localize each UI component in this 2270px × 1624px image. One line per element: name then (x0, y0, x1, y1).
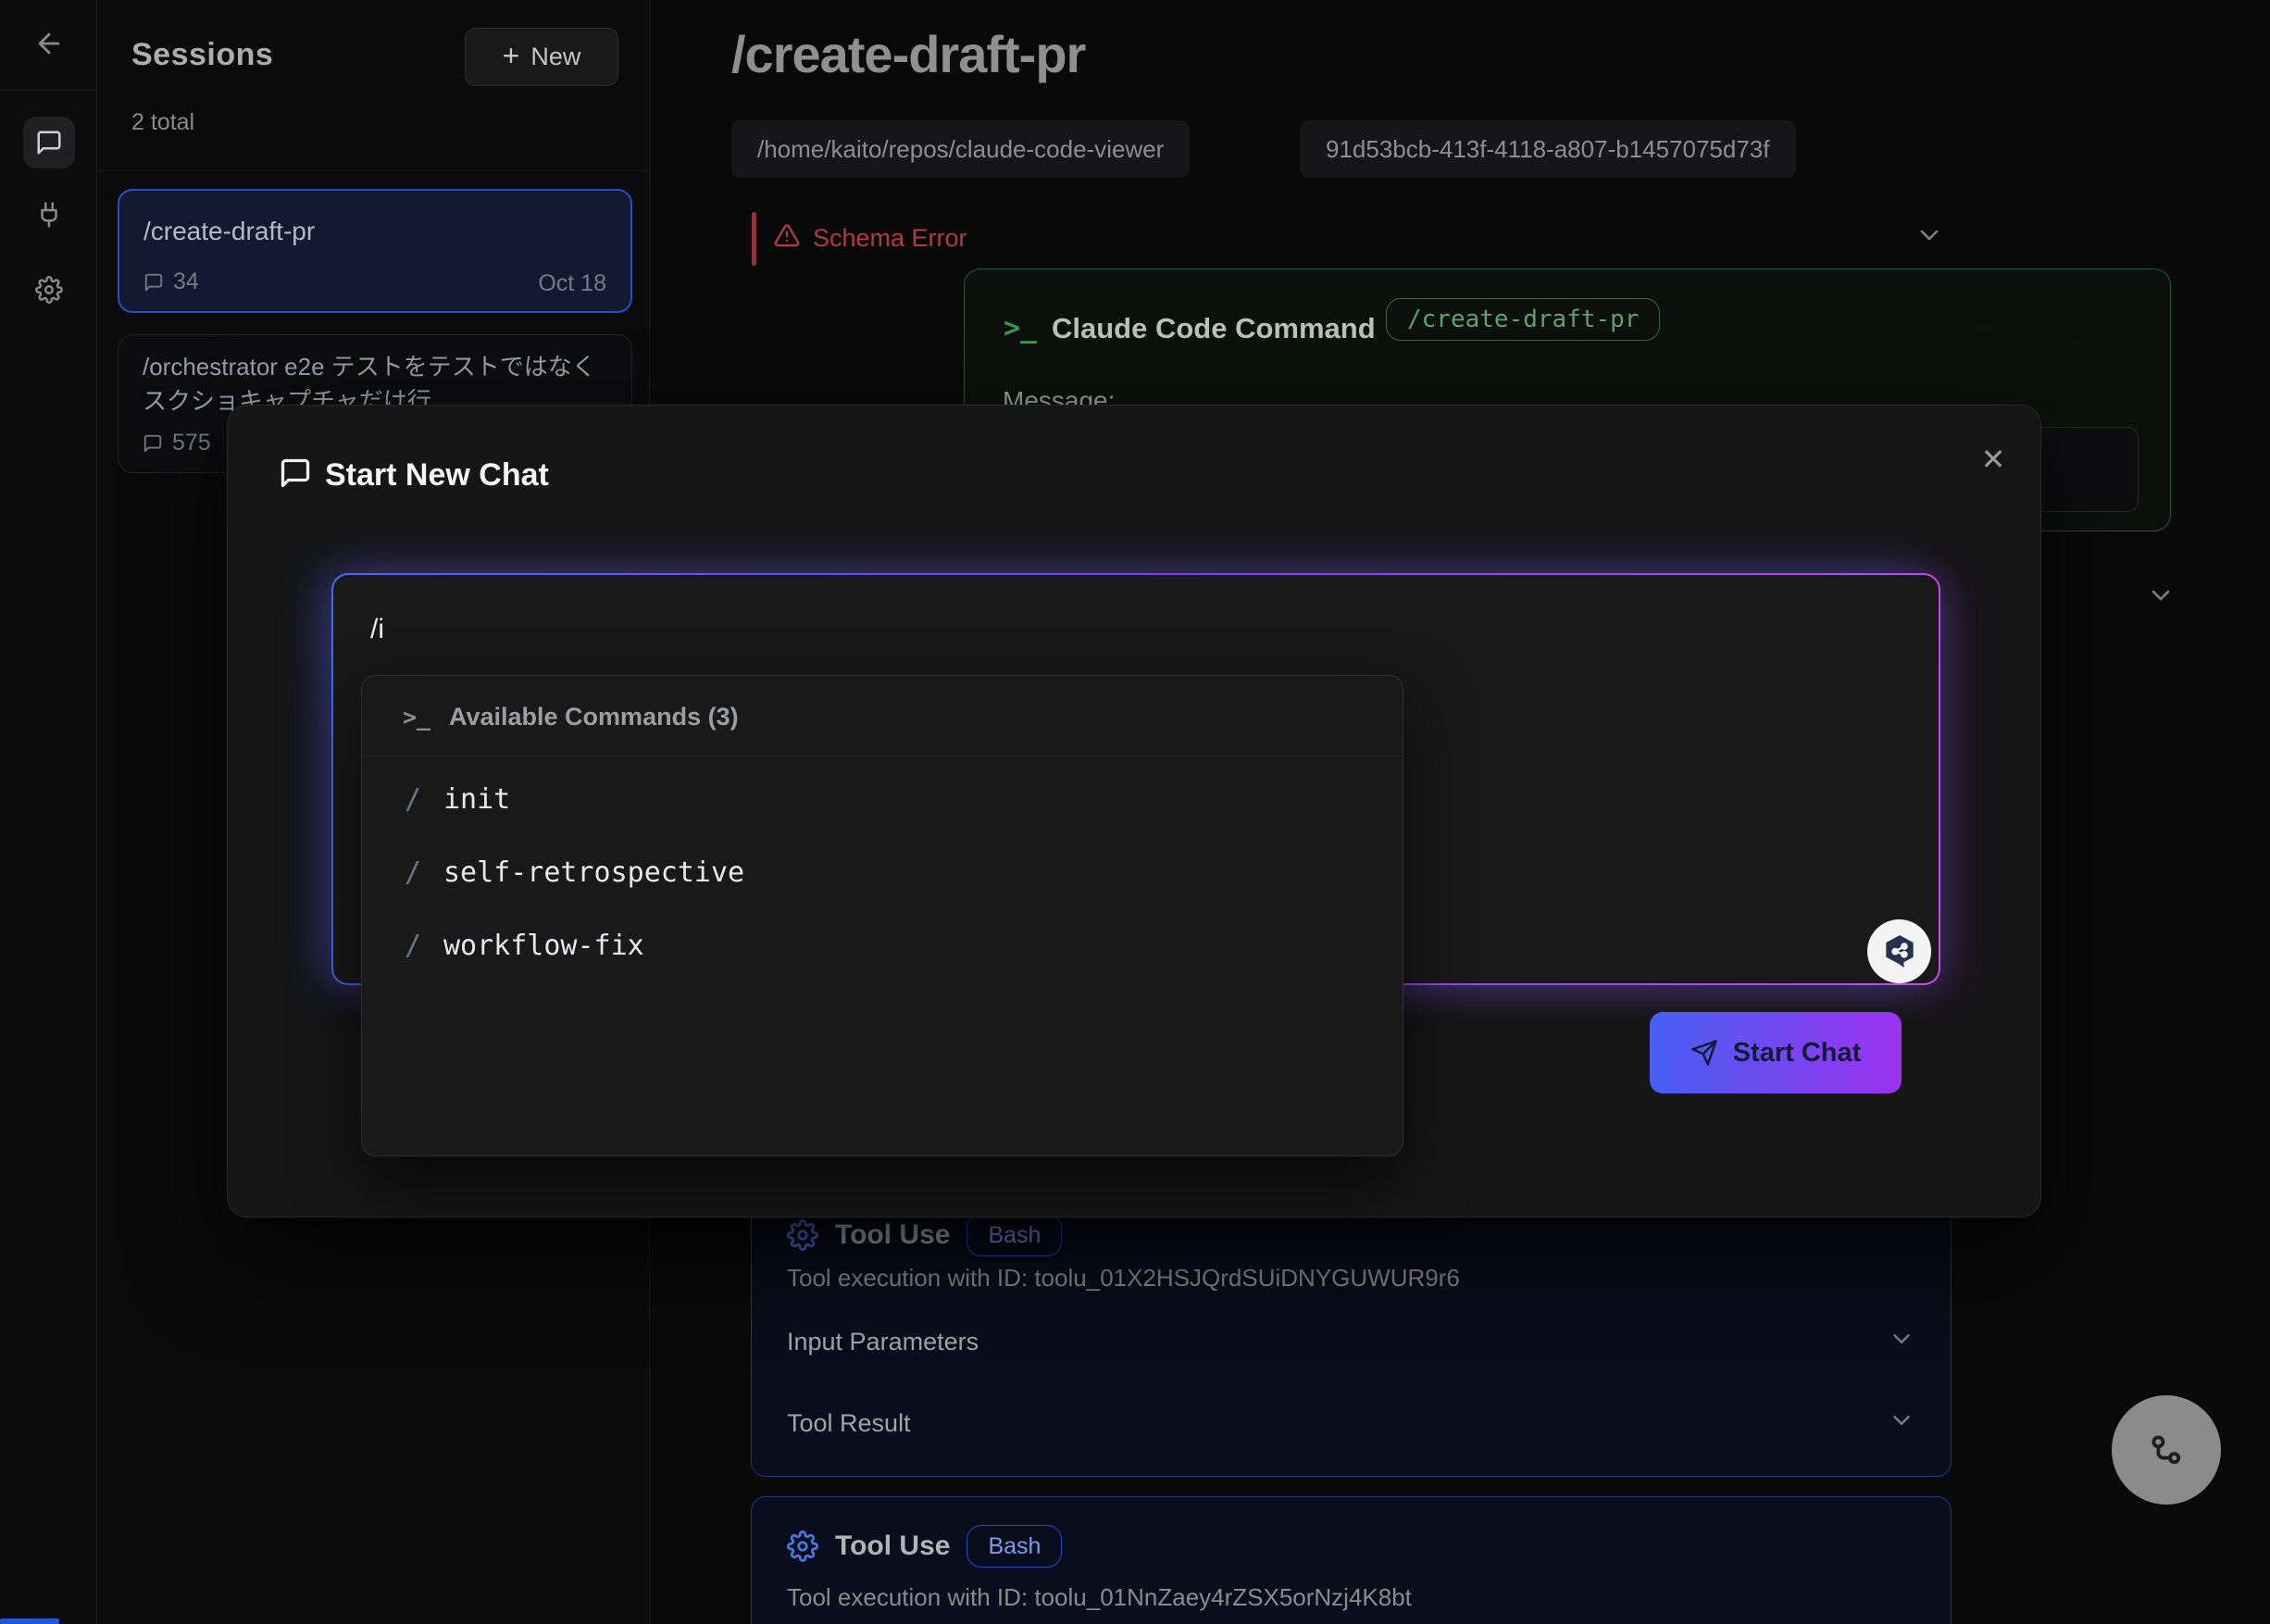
nav-plugins-button[interactable] (23, 189, 75, 241)
session-id-badge: 91d53bcb-413f-4118-a807-b1457075d73f (1300, 120, 1796, 178)
sessions-panel-title: Sessions (131, 37, 273, 73)
sessions-divider (97, 170, 650, 171)
tool-gear-icon (787, 1219, 818, 1251)
icon-rail (0, 0, 97, 1624)
claude-code-viewer-logo (1867, 919, 1931, 983)
tool-use-card: Tool Use Bash Tool execution with ID: to… (751, 1496, 1952, 1624)
message-count-icon (143, 272, 164, 293)
chevron-down-icon[interactable] (1915, 220, 1944, 250)
start-new-chat-modal: Start New Chat ✕ /i >_ Available Command… (227, 405, 2041, 1218)
message-count-icon (143, 433, 163, 454)
new-session-button-label: New (530, 43, 580, 71)
chevron-down-icon[interactable] (1888, 1325, 1915, 1353)
tool-execution-id: Tool execution with ID: toolu_01NnZaey4r… (787, 1583, 1412, 1612)
tool-name-badge: Bash (967, 1214, 1062, 1256)
tool-name-badge: Bash (967, 1525, 1062, 1568)
chevron-down-icon[interactable] (2146, 581, 2176, 610)
rail-divider (0, 90, 97, 91)
app-window: Sessions + New 2 total /create-draft-pr … (0, 0, 2270, 1624)
command-option-self-retrospective[interactable]: / self-retrospective (362, 836, 1403, 910)
message-square-icon (35, 129, 63, 156)
start-chat-button-label: Start Chat (1733, 1038, 1862, 1068)
terminal-prompt-icon: >_ (1004, 312, 1037, 344)
send-icon (1690, 1039, 1718, 1067)
chevron-down-icon[interactable] (1888, 1406, 1915, 1434)
tool-gear-icon (787, 1530, 818, 1562)
command-option-workflow-fix[interactable]: / workflow-fix (362, 909, 1403, 983)
command-name-badge: /create-draft-pr (1386, 298, 1660, 341)
sessions-total-count: 2 total (131, 109, 194, 136)
tool-use-card: Tool Use Bash Tool execution with ID: to… (751, 1196, 1952, 1477)
tool-use-title: Tool Use (835, 1530, 950, 1562)
available-commands-header: Available Commands (3) (449, 703, 739, 731)
project-path-badge: /home/kaito/repos/claude-code-viewer (731, 120, 1190, 178)
schema-error-label: Schema Error (813, 224, 967, 253)
tool-result-section-label[interactable]: Tool Result (787, 1409, 911, 1438)
command-option-init[interactable]: / init (362, 763, 1403, 837)
warning-triangle-icon (774, 222, 800, 248)
modal-title: Start New Chat (325, 457, 549, 493)
nav-chats-button[interactable] (23, 117, 75, 169)
session-date: Oct 18 (538, 270, 606, 297)
plug-icon (35, 201, 63, 229)
session-title: /create-draft-pr (143, 217, 315, 246)
page-title: /create-draft-pr (731, 24, 1085, 84)
command-card-title: Claude Code Command (1052, 312, 1376, 345)
close-button[interactable]: ✕ (1973, 439, 2014, 480)
message-square-icon (279, 456, 312, 490)
terminal-prompt-icon: >_ (403, 704, 430, 731)
start-chat-button[interactable]: Start Chat (1650, 1012, 1902, 1093)
input-parameters-section-label[interactable]: Input Parameters (787, 1328, 979, 1356)
schema-error-accent-bar (752, 212, 756, 266)
plus-icon: + (503, 41, 520, 70)
command-name: self-retrospective (443, 856, 744, 889)
rail-bottom-accent (0, 1618, 59, 1624)
tool-use-title: Tool Use (835, 1219, 950, 1251)
arrow-left-icon (33, 28, 65, 59)
command-name: init (443, 783, 510, 816)
command-prefix: / (405, 930, 421, 962)
git-fab-button[interactable] (2112, 1395, 2221, 1505)
gear-icon (35, 276, 63, 304)
session-message-count: 34 (173, 269, 199, 295)
session-message-count: 575 (172, 430, 211, 456)
tool-execution-id: Tool execution with ID: toolu_01X2HSJQrd… (787, 1264, 1460, 1293)
new-session-button[interactable]: + New (465, 28, 618, 86)
available-commands-popover: >_ Available Commands (3) / init / self-… (361, 675, 1403, 1156)
command-prefix: / (405, 856, 421, 889)
git-pull-request-icon (2145, 1429, 2188, 1471)
command-prefix: / (405, 783, 421, 816)
session-list-item-active[interactable]: /create-draft-pr 34 Oct 18 (118, 189, 632, 313)
nav-settings-button[interactable] (23, 264, 75, 316)
back-button[interactable] (23, 18, 75, 69)
chat-input-value: /i (370, 614, 384, 645)
command-name: workflow-fix (443, 930, 644, 962)
